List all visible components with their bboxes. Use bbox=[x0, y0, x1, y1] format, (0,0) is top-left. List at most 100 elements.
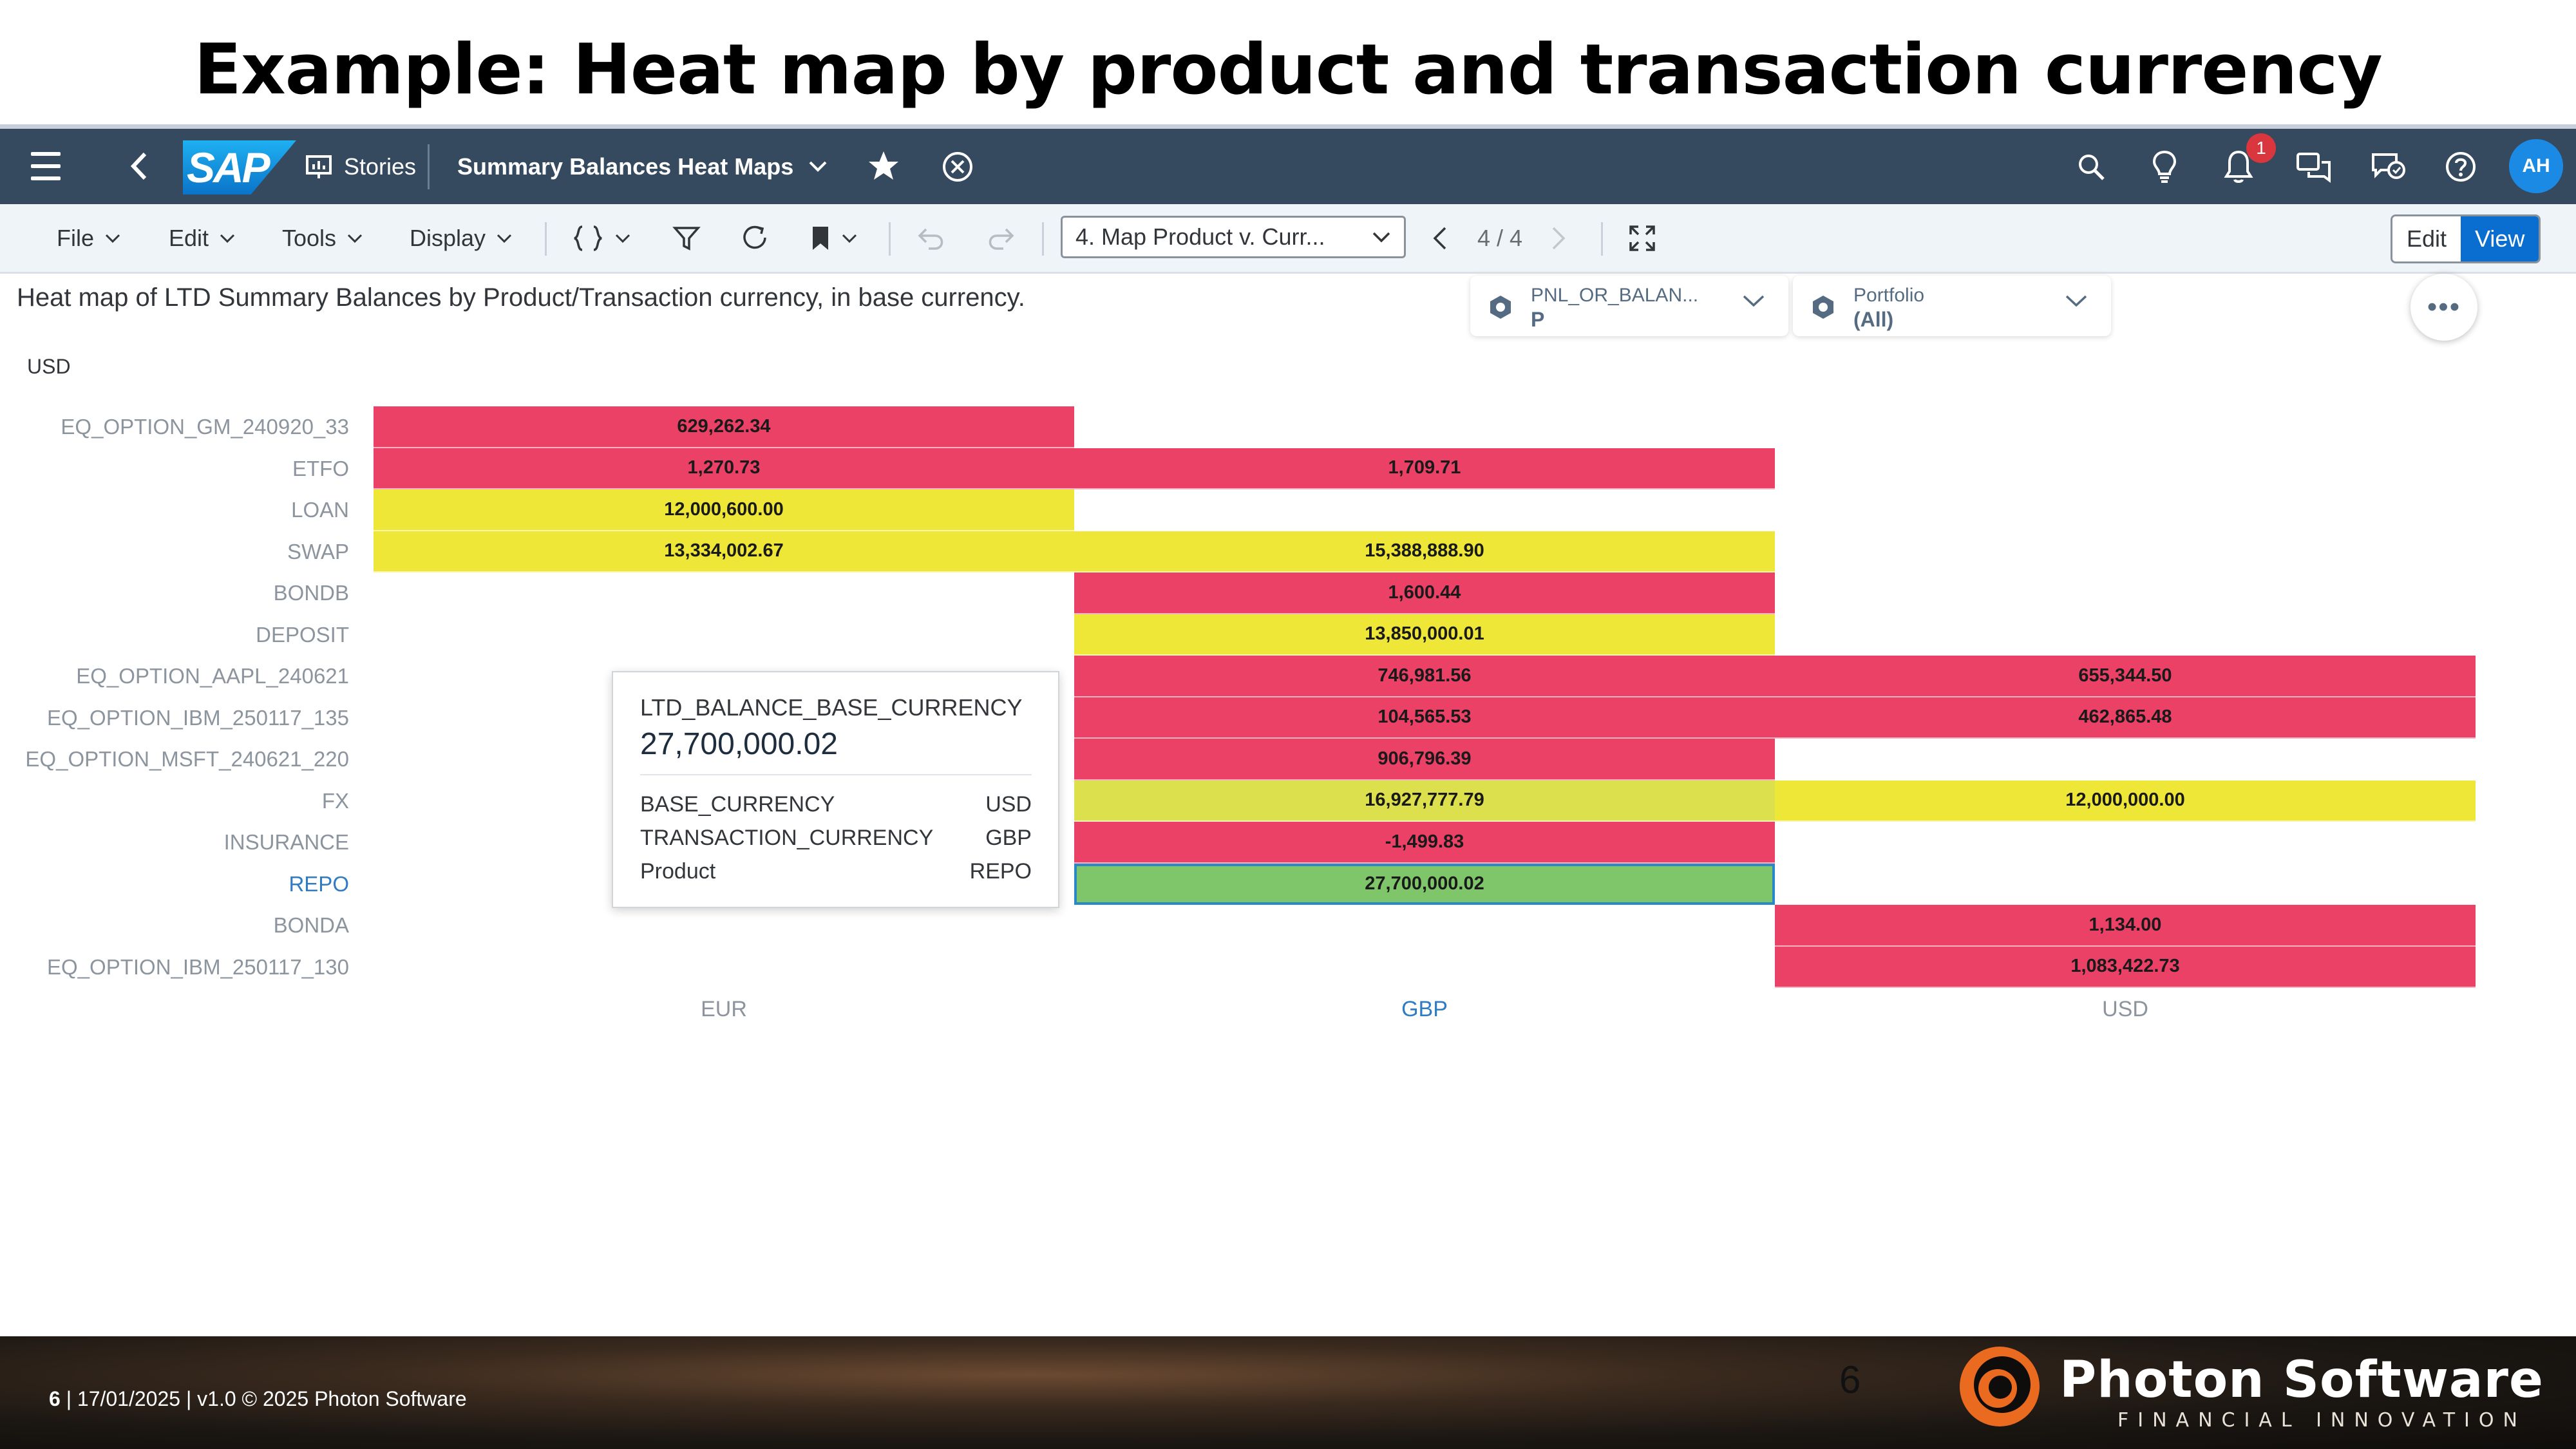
chart-tooltip: LTD_BALANCE_BASE_CURRENCY 27,700,000.02 … bbox=[612, 671, 1059, 908]
tools-menu[interactable]: Tools bbox=[282, 204, 363, 272]
feedback-icon[interactable] bbox=[2370, 149, 2407, 184]
row-label[interactable]: ETFO bbox=[0, 448, 349, 489]
row-label[interactable]: BONDA bbox=[0, 905, 349, 946]
row-label[interactable]: LOAN bbox=[0, 489, 349, 531]
story-title: Summary Balances Heat Maps bbox=[457, 153, 794, 180]
dimension-icon bbox=[1490, 296, 1511, 319]
chevron-down-icon bbox=[347, 234, 363, 243]
heatmap-cell[interactable]: 15,388,888.90 bbox=[1074, 531, 1775, 573]
edit-mode-button[interactable]: Edit bbox=[2392, 216, 2461, 261]
heatmap-cell[interactable]: 27,700,000.02 bbox=[1074, 863, 1775, 905]
chevron-down-icon bbox=[497, 234, 512, 243]
tooltip-key: Product bbox=[640, 859, 716, 884]
heatmap-cell[interactable]: 13,850,000.01 bbox=[1074, 614, 1775, 656]
row-label[interactable]: EQ_OPTION_MSFT_240621_220 bbox=[0, 739, 349, 780]
tooltip-measure: LTD_BALANCE_BASE_CURRENCY bbox=[640, 694, 1023, 721]
formula-menu[interactable] bbox=[572, 204, 631, 272]
tools-menu-label: Tools bbox=[282, 224, 337, 251]
lightbulb-icon[interactable] bbox=[2148, 148, 2181, 185]
help-icon[interactable] bbox=[2443, 149, 2478, 184]
user-avatar[interactable]: AH bbox=[2509, 139, 2563, 193]
tooltip-key: TRANSACTION_CURRENCY bbox=[640, 826, 934, 850]
sap-logo[interactable]: SAP bbox=[183, 140, 296, 194]
tooltip-divider bbox=[640, 774, 1032, 775]
toolbar-separator bbox=[1042, 222, 1044, 256]
refresh-icon[interactable] bbox=[741, 204, 770, 272]
fullscreen-icon[interactable] bbox=[1628, 204, 1656, 272]
row-label[interactable]: EQ_OPTION_GM_240920_33 bbox=[0, 406, 349, 448]
edit-menu[interactable]: Edit bbox=[169, 204, 236, 272]
star-icon[interactable] bbox=[866, 148, 902, 184]
dimension-icon bbox=[1813, 296, 1833, 319]
chevron-down-icon bbox=[615, 234, 630, 243]
title-divider bbox=[0, 124, 2576, 129]
row-label[interactable]: INSURANCE bbox=[0, 822, 349, 863]
tooltip-key: BASE_CURRENCY bbox=[640, 792, 835, 817]
page-select[interactable]: 4. Map Product v. Curr... bbox=[1061, 216, 1406, 258]
braces-icon bbox=[574, 225, 602, 251]
heatmap-cell[interactable]: 12,000,000.00 bbox=[1775, 780, 2476, 822]
row-label[interactable]: EQ_OPTION_IBM_250117_130 bbox=[0, 947, 349, 988]
close-circle-icon[interactable] bbox=[940, 149, 975, 184]
row-label[interactable]: SWAP bbox=[0, 531, 349, 573]
heatmap-cell[interactable]: 1,709.71 bbox=[1074, 448, 1775, 489]
stories-link[interactable]: Stories bbox=[344, 148, 416, 185]
chart-description: Heat map of LTD Summary Balances by Prod… bbox=[17, 283, 1025, 312]
toolbar-separator bbox=[545, 222, 547, 256]
display-menu[interactable]: Display bbox=[410, 204, 513, 272]
bookmark-icon bbox=[813, 226, 828, 250]
toolbar-separator bbox=[1601, 222, 1603, 256]
bookmark-menu[interactable] bbox=[810, 204, 858, 272]
undo-icon[interactable] bbox=[917, 204, 947, 272]
redo-icon[interactable] bbox=[985, 204, 1015, 272]
tooltip-row-value: USD bbox=[985, 792, 1032, 817]
filter-icon[interactable] bbox=[672, 204, 701, 272]
next-page-icon[interactable] bbox=[1551, 204, 1566, 272]
file-menu[interactable]: File bbox=[57, 204, 121, 272]
back-icon[interactable] bbox=[126, 148, 152, 184]
file-menu-label: File bbox=[57, 224, 95, 251]
heatmap-cell[interactable]: 746,981.56 bbox=[1074, 656, 1775, 697]
column-label[interactable]: USD bbox=[1775, 997, 2476, 1022]
row-label[interactable]: FX bbox=[0, 781, 349, 822]
row-label[interactable]: EQ_OPTION_IBM_250117_135 bbox=[0, 697, 349, 739]
view-mode-button[interactable]: View bbox=[2461, 216, 2539, 261]
search-icon[interactable] bbox=[2075, 151, 2107, 183]
heatmap-cell[interactable]: -1,499.83 bbox=[1074, 822, 1775, 864]
row-label[interactable]: BONDB bbox=[0, 573, 349, 614]
heatmap-cell[interactable]: 629,262.34 bbox=[374, 406, 1074, 448]
edit-view-toggle: Edit View bbox=[2391, 214, 2541, 263]
heatmap-cell[interactable]: 12,000,600.00 bbox=[374, 489, 1074, 531]
chat-icon[interactable] bbox=[2295, 149, 2333, 184]
heatmap-cell[interactable]: 104,565.53 bbox=[1074, 697, 1775, 739]
chevron-down-icon[interactable] bbox=[806, 155, 829, 178]
row-label[interactable]: EQ_OPTION_AAPL_240621 bbox=[0, 656, 349, 697]
column-label[interactable]: GBP bbox=[1074, 997, 1775, 1022]
heatmap-cell[interactable]: 1,270.73 bbox=[374, 448, 1074, 489]
heatmap-cell[interactable]: 655,344.50 bbox=[1775, 656, 2476, 697]
heatmap-cell[interactable]: 462,865.48 bbox=[1775, 697, 2476, 739]
chevron-down-icon bbox=[1372, 232, 1390, 243]
photon-logo-icon bbox=[1960, 1347, 2040, 1426]
tooltip-row: TRANSACTION_CURRENCY GBP bbox=[640, 826, 1032, 851]
tooltip-row: BASE_CURRENCY USD bbox=[640, 792, 1032, 817]
row-label[interactable]: DEPOSIT bbox=[0, 614, 349, 656]
tooltip-row: Product REPO bbox=[640, 859, 1032, 884]
heatmap-cell[interactable]: 16,927,777.79 bbox=[1074, 780, 1775, 822]
more-options-button[interactable]: ••• bbox=[2410, 274, 2477, 341]
filter-portfolio[interactable]: Portfolio (All) bbox=[1793, 276, 2111, 336]
heatmap-cell[interactable]: 1,083,422.73 bbox=[1775, 946, 2476, 988]
filter-pnl-or-balance[interactable]: PNL_OR_BALAN... P bbox=[1470, 276, 1788, 336]
row-label[interactable]: REPO bbox=[0, 864, 349, 905]
heatmap-cell[interactable]: 1,600.44 bbox=[1074, 573, 1775, 614]
filter-value: P bbox=[1531, 308, 1545, 331]
edit-menu-label: Edit bbox=[169, 224, 209, 251]
column-label[interactable]: EUR bbox=[374, 997, 1074, 1022]
previous-page-icon[interactable] bbox=[1432, 204, 1448, 272]
heatmap-cell[interactable]: 1,134.00 bbox=[1775, 905, 2476, 947]
story-toolbar: File Edit Tools Display 4. Map Product v… bbox=[0, 204, 2576, 274]
menu-icon[interactable] bbox=[27, 152, 64, 180]
heatmap-cell[interactable]: 906,796.39 bbox=[1074, 739, 1775, 781]
tooltip-row-value: REPO bbox=[969, 859, 1032, 884]
heatmap-cell[interactable]: 13,334,002.67 bbox=[374, 531, 1074, 573]
